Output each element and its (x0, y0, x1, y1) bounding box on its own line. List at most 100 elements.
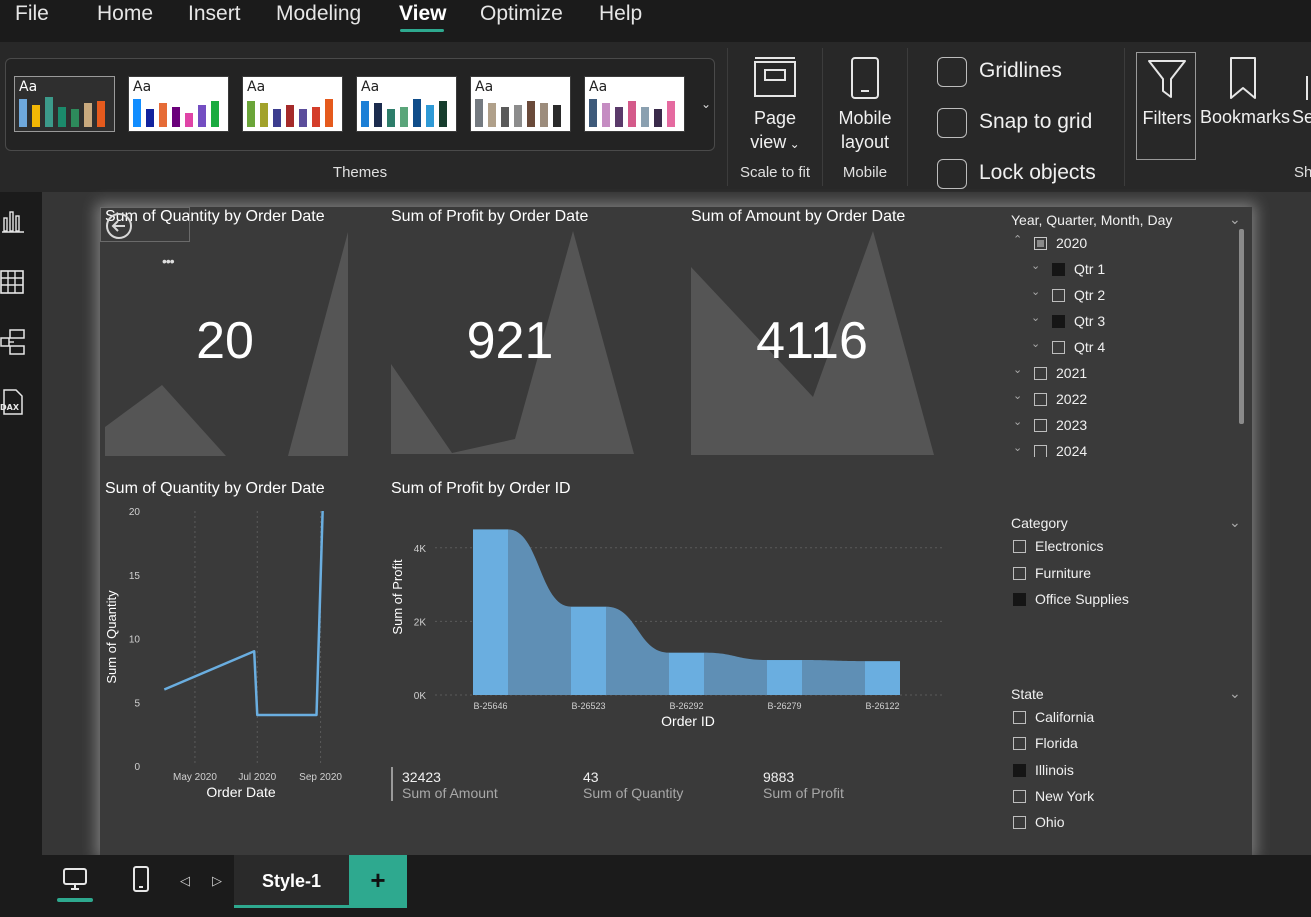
slicer-checkbox[interactable] (1034, 419, 1047, 432)
theme-tile[interactable]: Aa (242, 76, 343, 132)
theme-tile[interactable]: Aa (470, 76, 571, 132)
menu-insert[interactable]: Insert (188, 2, 241, 26)
slicer-checkbox[interactable] (1013, 593, 1026, 606)
menu-help[interactable]: Help (599, 2, 642, 26)
monitor-icon (63, 868, 87, 890)
slicer-checkbox[interactable] (1034, 367, 1047, 380)
ribbon-chart-visual[interactable]: Sum of Profit by Order ID 0K 2K 4K B-25646 B… (390, 477, 950, 737)
checkbox-box[interactable] (937, 159, 967, 189)
slicer-item-label[interactable]: California (1035, 709, 1094, 725)
line-chart-visual[interactable]: Sum of Quantity by Order Date 0 5 10 15 20 Ma… (100, 477, 360, 807)
date-hierarchy-slicer[interactable]: Year, Quarter, Month, Day ⌄ ⌃ 2020 ⌄ Qtr 1 ⌄… (1005, 207, 1250, 457)
chevron-down-icon[interactable]: ⌄ (1031, 337, 1040, 350)
menu-modeling[interactable]: Modeling (276, 2, 361, 26)
theme-tile[interactable]: Aa (128, 76, 229, 132)
slicer-scrollbar[interactable] (1239, 229, 1244, 424)
theme-color-swatch (387, 109, 395, 127)
slicer-checkbox[interactable] (1013, 816, 1026, 830)
slicer-checkbox[interactable] (1013, 789, 1026, 803)
multi-row-card[interactable]: 32423 Sum of Amount 43 Sum of Quantity 9… (390, 767, 950, 807)
slicer-item-label[interactable]: Furniture (1035, 565, 1091, 581)
slicer-item-label[interactable]: Qtr 2 (1074, 287, 1105, 303)
slicer-checkbox[interactable] (1013, 737, 1026, 751)
mobile-layout-button[interactable]: Mobile layout (830, 52, 900, 152)
checkbox-box[interactable] (937, 108, 967, 138)
report-view-icon[interactable] (0, 208, 26, 236)
slicer-item-label[interactable]: 2021 (1056, 365, 1087, 381)
y-tick-label: 0 (134, 762, 140, 773)
theme-color-swatch (488, 103, 496, 127)
slicer-checkbox[interactable] (1013, 763, 1026, 777)
slicer-checkbox[interactable] (1052, 263, 1065, 276)
slicer-checkbox[interactable] (1052, 341, 1065, 354)
chevron-down-icon[interactable]: ⌄ (1031, 285, 1040, 298)
phone-icon[interactable] (132, 865, 150, 893)
slicer-checkbox[interactable] (1052, 289, 1065, 302)
slicer-checkbox[interactable] (1034, 393, 1047, 406)
slicer-checkbox[interactable] (1034, 237, 1047, 250)
previous-page-icon[interactable]: ◁ (180, 873, 194, 889)
chevron-down-icon[interactable]: ⌄ (1229, 514, 1241, 531)
slicer-checkbox[interactable] (1013, 566, 1026, 580)
category-slicer[interactable]: Category ⌄ Electronics Furniture Office Su… (1005, 512, 1250, 622)
back-arrow-icon[interactable] (100, 207, 190, 242)
checkbox-box[interactable] (937, 57, 967, 87)
chevron-down-icon[interactable]: ⌄ (698, 97, 714, 113)
card-visual-quantity[interactable]: Sum of Quantity by Order Date ••• 20 (100, 207, 350, 457)
slicer-item-label[interactable]: 2024 (1056, 443, 1087, 457)
slicer-item-label[interactable]: Electronics (1035, 538, 1103, 554)
dax-query-view-icon[interactable]: DAX (0, 388, 26, 416)
slicer-item-label[interactable]: Florida (1035, 735, 1078, 751)
card-visual-profit[interactable]: Sum of Profit by Order Date 921 (390, 207, 640, 457)
menu-optimize[interactable]: Optimize (480, 2, 563, 26)
y-tick-label: 10 (129, 635, 141, 646)
slicer-checkbox[interactable] (1052, 315, 1065, 328)
theme-color-swatch (475, 99, 483, 127)
add-page-button[interactable]: + (349, 855, 407, 908)
ribbon-separator (907, 48, 908, 186)
slicer-item-label[interactable]: 2022 (1056, 391, 1087, 407)
menu-home[interactable]: Home (97, 2, 153, 26)
page-tab-style-1[interactable]: Style-1 (234, 855, 349, 908)
slicer-checkbox[interactable] (1013, 711, 1026, 724)
chevron-down-icon[interactable]: ⌄ (1229, 211, 1241, 228)
slicer-item-label[interactable]: 2020 (1056, 235, 1087, 251)
chevron-down-icon[interactable]: ⌄ (1013, 363, 1022, 376)
menu-view[interactable]: View (399, 2, 446, 26)
theme-sample-text: Aa (475, 79, 494, 95)
state-slicer[interactable]: State ⌄ California Florida Illinois New Yor… (1005, 683, 1250, 843)
page-view-button[interactable]: Page view ⌄ (738, 52, 812, 152)
theme-tile[interactable]: Aa (356, 76, 457, 132)
next-page-icon[interactable]: ▷ (212, 873, 226, 889)
slicer-item-label[interactable]: Illinois (1035, 762, 1074, 778)
more-options-icon[interactable]: ••• (162, 253, 175, 269)
desktop-layout-button[interactable] (56, 865, 94, 905)
chevron-up-icon[interactable]: ⌃ (1013, 233, 1022, 246)
theme-color-swatch (146, 109, 154, 127)
slicer-item-label[interactable]: New York (1035, 788, 1094, 804)
bookmarks-button[interactable]: Bookmarks (1198, 52, 1292, 160)
chevron-down-icon[interactable]: ⌄ (1229, 685, 1241, 702)
slicer-item-label[interactable]: Qtr 1 (1074, 261, 1105, 277)
slicer-item-label[interactable]: Office Supplies (1035, 591, 1129, 607)
theme-tile[interactable]: Aa (14, 76, 115, 132)
chevron-down-icon[interactable]: ⌄ (1013, 441, 1022, 454)
chevron-down-icon[interactable]: ⌄ (1013, 415, 1022, 428)
slicer-item-label[interactable]: Ohio (1035, 814, 1065, 830)
slicer-item-label[interactable]: 2023 (1056, 417, 1087, 433)
menu-file[interactable]: File (15, 2, 49, 26)
slicer-checkbox[interactable] (1034, 445, 1047, 457)
card-value: 921 (466, 312, 554, 370)
chevron-down-icon[interactable]: ⌄ (1031, 311, 1040, 324)
chevron-down-icon[interactable]: ⌄ (1031, 259, 1040, 272)
table-view-icon[interactable] (0, 268, 26, 296)
card-visual-amount[interactable]: Sum of Amount by Order Date 4116 (690, 207, 940, 457)
slicer-item-label[interactable]: Qtr 3 (1074, 313, 1105, 329)
filters-button[interactable]: Filters (1136, 52, 1196, 160)
slicer-checkbox[interactable] (1013, 540, 1026, 553)
model-view-icon[interactable] (0, 328, 26, 356)
selection-button[interactable]: Se (1292, 52, 1311, 160)
slicer-item-label[interactable]: Qtr 4 (1074, 339, 1105, 355)
theme-tile[interactable]: Aa (584, 76, 685, 132)
chevron-down-icon[interactable]: ⌄ (1013, 389, 1022, 402)
